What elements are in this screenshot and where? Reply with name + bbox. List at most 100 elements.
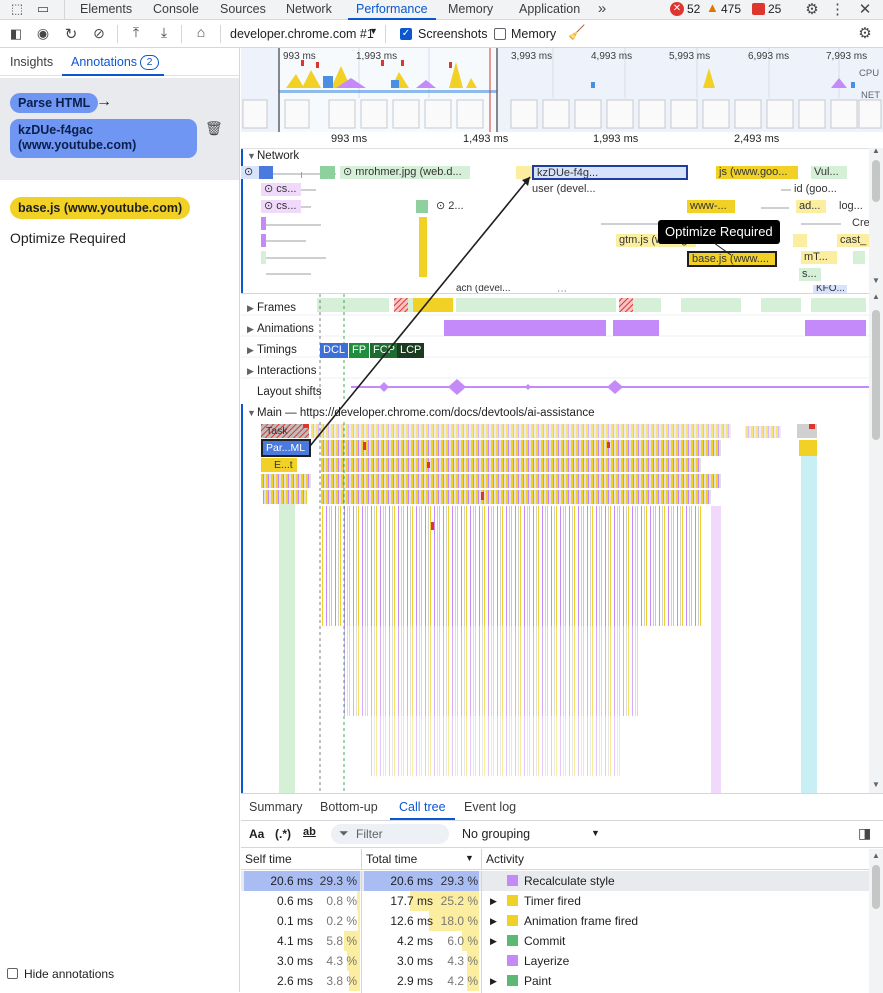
tab-event-log[interactable]: Event log (464, 794, 516, 820)
tab-memory[interactable]: Memory (448, 0, 493, 20)
table-row[interactable]: 4.1 ms 5.8 % 4.2 ms 6.0 % ▶ Commit (241, 931, 869, 951)
clear-icon[interactable]: ⊘ (91, 25, 107, 42)
tab-performance[interactable]: Performance (348, 0, 436, 20)
overview-tick: 5,993 ms (669, 51, 711, 62)
tab-elements[interactable]: Elements (80, 0, 132, 20)
flame-chart[interactable]: 993 ms 1,493 ms 1,993 ms 2,493 ms ▼Netwo… (241, 132, 883, 793)
tab-bottom-up[interactable]: Bottom-up (320, 794, 378, 820)
overview-tick: 6,993 ms (748, 51, 790, 62)
divider (181, 25, 182, 43)
expand-triangle-icon[interactable]: ▶ (490, 971, 504, 991)
download-icon[interactable]: ⤓ (156, 24, 172, 41)
hide-annotations-checkbox[interactable] (7, 968, 18, 979)
table-row[interactable]: 20.6 ms 29.3 % 20.6 ms 29.3 % Recalculat… (241, 871, 869, 891)
overview-tick: 7,993 ms (826, 51, 868, 62)
memory-checkbox[interactable] (494, 28, 506, 40)
filter-placeholder: Filter (356, 827, 383, 841)
issues-icon (752, 3, 765, 15)
annotations-count-badge: 2 (140, 55, 159, 70)
column-self-time[interactable]: Self time (245, 852, 292, 866)
settings-gear-icon[interactable]: ⚙ (803, 0, 821, 18)
grouping-select[interactable]: No grouping (462, 827, 530, 841)
recording-selector[interactable]: developer.chrome.com #1 (230, 27, 374, 41)
call-tree-scrollbar[interactable]: ▲ (869, 849, 883, 993)
table-row[interactable]: 3.0 ms 4.3 % 3.0 ms 4.3 % Layerize (241, 951, 869, 971)
warning-count[interactable]: 475 (721, 2, 741, 16)
annotation-entry-label[interactable]: base.js (www.youtube.com) (10, 197, 191, 219)
scroll-thumb[interactable] (872, 160, 880, 202)
toggle-sidebar-icon[interactable]: ◨ (858, 825, 871, 842)
sidebar-tabs: Insights Annotations 2 (0, 48, 239, 76)
sort-descending-icon[interactable]: ▼ (465, 853, 474, 863)
arrow-right-icon: → (96, 93, 112, 110)
upload-icon[interactable]: ⤒ (128, 24, 144, 41)
details-tabs: Summary Bottom-up Call tree Event log (241, 794, 883, 821)
tab-summary[interactable]: Summary (249, 794, 302, 820)
annotation-card-link[interactable]: Parse HTML → kzDUe-f4gac (www.youtube.co… (0, 78, 239, 180)
home-icon[interactable]: ⌂ (193, 24, 209, 40)
filter-input[interactable]: ⏷ Filter (331, 824, 449, 844)
divider (220, 25, 221, 43)
device-toolbar-icon[interactable]: ▭ (34, 1, 52, 17)
expand-triangle-icon[interactable]: ▶ (490, 911, 504, 931)
category-swatch (507, 935, 518, 946)
table-row[interactable]: 0.6 ms 0.8 % 17.7 ms 25.2 % ▶ Timer fire… (241, 891, 869, 911)
more-tabs-icon[interactable]: » (594, 0, 610, 17)
flame-chart-scrollbar[interactable]: ▲ ▼ ▲ ▼ (869, 146, 883, 793)
scroll-thumb[interactable] (872, 310, 880, 440)
annotation-entry-to[interactable]: kzDUe-f4gac (www.youtube.com) (10, 119, 197, 158)
scroll-down-icon[interactable]: ▼ (872, 276, 880, 285)
issues-count[interactable]: 25 (768, 2, 781, 16)
reload-record-icon[interactable]: ↻ (63, 25, 79, 43)
scroll-thumb[interactable] (872, 865, 880, 909)
overview-tick: 4,993 ms (591, 51, 633, 62)
regex-icon[interactable]: (.*) (275, 827, 291, 841)
tab-application[interactable]: Application (519, 0, 580, 20)
timeline-overview[interactable]: 993 ms 1,993 ms 3,993 ms 4,993 ms 5,993 … (241, 48, 883, 132)
overview-tick: 1,993 ms (356, 51, 398, 62)
error-count[interactable]: 52 (687, 2, 700, 16)
garbage-collect-icon[interactable]: 🧹 (568, 24, 585, 41)
table-row[interactable]: 0.1 ms 0.2 % 12.6 ms 18.0 % ▶ Animation … (241, 911, 869, 931)
screenshots-checkbox[interactable]: ✓ (400, 28, 412, 40)
active-tab-indicator (62, 74, 164, 76)
inspect-element-icon[interactable]: ⬚ (8, 1, 26, 17)
annotation-entry-from[interactable]: Parse HTML (10, 93, 99, 113)
column-divider (361, 849, 362, 870)
annotation-link-arrow (309, 176, 732, 447)
devtools-tab-bar: ⬚ ▭ Elements Console Sources Network Per… (0, 0, 883, 20)
scroll-down-icon[interactable]: ▼ (872, 780, 880, 789)
table-row[interactable]: 2.6 ms 3.8 % 2.9 ms 4.2 % ▶ Paint (241, 971, 869, 991)
performance-toolbar: ◧ ◉ ↻ ⊘ ⤒ ⤓ ⌂ developer.chrome.com #1 ▼ … (0, 21, 883, 48)
toggle-sidebar-icon[interactable]: ◧ (8, 26, 24, 42)
tab-call-tree[interactable]: Call tree (390, 794, 455, 820)
scroll-up-icon[interactable]: ▲ (872, 292, 880, 301)
annotation-label-text[interactable]: Optimize Required (10, 230, 126, 246)
expand-triangle-icon[interactable]: ▶ (490, 931, 504, 951)
divider (385, 25, 386, 43)
delete-annotation-icon[interactable]: 🗑 (205, 120, 223, 137)
scroll-up-icon[interactable]: ▲ (872, 851, 880, 860)
overview-tick: 993 ms (283, 51, 316, 62)
column-total-time[interactable]: Total time (366, 852, 417, 866)
tab-console[interactable]: Console (153, 0, 199, 20)
expand-triangle-icon[interactable]: ▶ (490, 891, 504, 911)
chevron-down-icon[interactable]: ▼ (591, 828, 600, 838)
close-icon[interactable]: ✕ (857, 0, 873, 18)
record-icon[interactable]: ◉ (35, 25, 51, 42)
scroll-up-icon[interactable]: ▲ (872, 146, 880, 155)
tab-insights[interactable]: Insights (10, 55, 53, 69)
match-case-icon[interactable]: Aa (249, 827, 264, 841)
overview-tick: 3,993 ms (511, 51, 553, 62)
whole-word-icon[interactable]: ab (303, 826, 316, 838)
category-swatch (507, 955, 518, 966)
column-divider (481, 871, 482, 993)
column-activity[interactable]: Activity (486, 852, 524, 866)
tab-sources[interactable]: Sources (220, 0, 266, 20)
tab-network[interactable]: Network (286, 0, 332, 20)
chevron-down-icon[interactable]: ▼ (369, 26, 378, 36)
memory-label: Memory (511, 27, 557, 41)
tab-annotations[interactable]: Annotations (71, 55, 137, 69)
capture-settings-gear-icon[interactable]: ⚙ (857, 24, 873, 42)
more-options-icon[interactable]: ⋮ (830, 0, 845, 18)
